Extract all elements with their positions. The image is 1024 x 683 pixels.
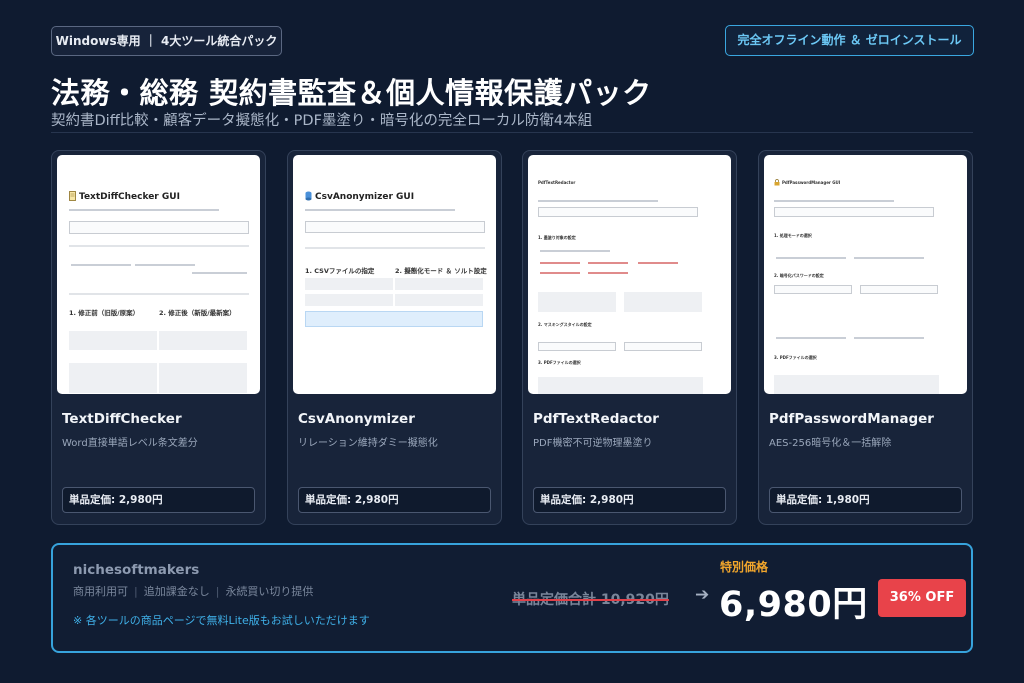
product-screenshot: CsvAnonymizer GUI 1. CSVファイルの指定 2. 擬態化モー…	[293, 155, 496, 394]
shot-textarea	[538, 292, 616, 312]
shot-divider	[69, 245, 249, 247]
shot-dropzone	[69, 331, 157, 350]
product-card-pdfpasswordmanager[interactable]: PdfPasswordManager GUI 1. 処理モードの選択 2. 暗号…	[758, 150, 973, 525]
term-no-extra-charge: 追加課金なし	[143, 585, 210, 598]
shot-field	[305, 221, 485, 233]
shot-check	[588, 272, 628, 274]
shot-status-bar	[305, 311, 483, 327]
special-price-label: 特別価格	[720, 560, 769, 574]
term-separator: |	[215, 585, 220, 598]
shot-textarea	[624, 292, 702, 312]
shot-input	[305, 294, 393, 306]
shot-line	[540, 250, 610, 252]
shot-section: 3. PDFファイルの選択	[538, 360, 581, 365]
shot-section: 1. 墨塗り対象の設定	[538, 235, 576, 240]
product-desc: リレーション維持ダミー擬態化	[298, 438, 438, 449]
shot-dropzone	[774, 375, 939, 394]
product-card-textdiffchecker[interactable]: TextDiffChecker GUI 1. 修正前（旧版/原案） 2. 修正後…	[51, 150, 266, 525]
database-icon	[305, 191, 312, 201]
shot-check	[540, 262, 580, 264]
product-desc: Word直接単語レベル条文差分	[62, 438, 198, 449]
shot-dropzone	[159, 331, 247, 350]
shot-title: CsvAnonymizer GUI	[315, 192, 415, 202]
shot-option	[135, 264, 195, 266]
shot-textarea	[159, 363, 247, 393]
product-screenshot: PdfTextRedactor 1. 墨塗り対象の設定 2. マスキングスタイル…	[528, 155, 731, 394]
term-separator: |	[134, 585, 138, 598]
product-desc: PDF機密不可逆物理墨塗り	[533, 438, 653, 449]
product-name: PdfTextRedactor	[533, 411, 659, 427]
product-desc: AES-256暗号化＆一括解除	[769, 438, 892, 449]
arrow-right-icon: ➔	[695, 585, 710, 605]
shot-input	[860, 285, 938, 294]
shot-section: 2. 修正後（新版/最新案）	[159, 309, 236, 317]
shot-option	[854, 257, 924, 259]
shot-dropzone	[538, 377, 703, 394]
offline-badge: 完全オフライン動作 ＆ ゼロインストール	[725, 25, 974, 56]
shot-select	[538, 342, 616, 351]
shot-divider	[69, 293, 249, 295]
shot-input	[305, 278, 393, 290]
shot-section: 2. マスキングスタイルの設定	[538, 322, 592, 327]
shot-line	[305, 209, 455, 211]
product-price: 単品定価: 1,980円	[769, 487, 962, 513]
shot-option	[854, 337, 924, 339]
product-screenshot: TextDiffChecker GUI 1. 修正前（旧版/原案） 2. 修正後…	[57, 155, 260, 394]
product-screenshot: PdfPasswordManager GUI 1. 処理モードの選択 2. 暗号…	[764, 155, 967, 394]
shot-option	[71, 264, 131, 266]
page-subtitle: 契約書Diff比較・顧客データ擬態化・PDF墨塗り・暗号化の完全ローカル防衛4本…	[51, 113, 593, 129]
header-divider	[51, 132, 973, 133]
shot-textarea	[69, 363, 157, 393]
shot-check	[638, 262, 678, 264]
product-card-pdftextredactor[interactable]: PdfTextRedactor 1. 墨塗り対象の設定 2. マスキングスタイル…	[522, 150, 737, 525]
shot-select	[624, 342, 702, 351]
shot-section: 2. 暗号化パスワードの設定	[774, 273, 824, 278]
shot-title: TextDiffChecker GUI	[79, 192, 180, 202]
shot-section: 2. 擬態化モード ＆ ソルト設定	[395, 267, 487, 275]
bundle-offer-panel[interactable]: nichesoftmakers 商用利用可 | 追加課金なし | 永続買い切り提供 ※ …	[51, 543, 973, 653]
shot-divider	[305, 247, 485, 249]
shot-input	[395, 294, 483, 306]
shot-line	[69, 209, 219, 211]
lock-icon	[774, 179, 780, 186]
shot-section: 1. 修正前（旧版/原案）	[69, 309, 140, 317]
license-terms: 商用利用可 | 追加課金なし | 永続買い切り提供	[73, 583, 313, 599]
shot-check	[588, 262, 628, 264]
shot-option	[776, 257, 846, 259]
term-commercial: 商用利用可	[73, 585, 128, 598]
shot-title: PdfPasswordManager GUI	[782, 180, 841, 185]
lite-version-note: ※ 各ツールの商品ページで無料Lite版もお試しいただけます	[73, 614, 370, 627]
shot-field	[69, 221, 249, 234]
shot-line	[774, 200, 894, 202]
product-name: TextDiffChecker	[62, 411, 182, 427]
shot-field	[538, 207, 698, 217]
shot-section: 3. PDFファイルの選択	[774, 355, 817, 360]
original-total-price: 単品定価合計 10,920円	[512, 592, 669, 608]
shot-input	[774, 285, 852, 294]
shot-line	[538, 200, 658, 202]
product-price: 単品定価: 2,980円	[533, 487, 726, 513]
shot-input	[395, 278, 483, 290]
page-title: 法務・総務 契約書監査＆個人情報保護パック	[51, 76, 652, 110]
platform-badge: Windows専用 ｜ 4大ツール統合パック	[51, 26, 282, 56]
brand-name: nichesoftmakers	[73, 562, 200, 578]
product-card-csvanonymizer[interactable]: CsvAnonymizer GUI 1. CSVファイルの指定 2. 擬態化モー…	[287, 150, 502, 525]
special-price: 6,980円	[719, 585, 868, 625]
product-price: 単品定価: 2,980円	[62, 487, 255, 513]
shot-option	[776, 337, 846, 339]
shot-field	[774, 207, 934, 217]
term-perpetual: 永続買い切り提供	[225, 585, 314, 598]
discount-badge: 36% OFF	[878, 579, 966, 617]
product-name: CsvAnonymizer	[298, 411, 415, 427]
notepad-icon	[69, 191, 76, 201]
shot-option	[192, 272, 247, 274]
shot-check	[540, 272, 580, 274]
shot-section: 1. 処理モードの選択	[774, 233, 812, 238]
product-price: 単品定価: 2,980円	[298, 487, 491, 513]
shot-title: PdfTextRedactor	[538, 180, 576, 185]
shot-section: 1. CSVファイルの指定	[305, 267, 375, 275]
product-name: PdfPasswordManager	[769, 411, 934, 427]
